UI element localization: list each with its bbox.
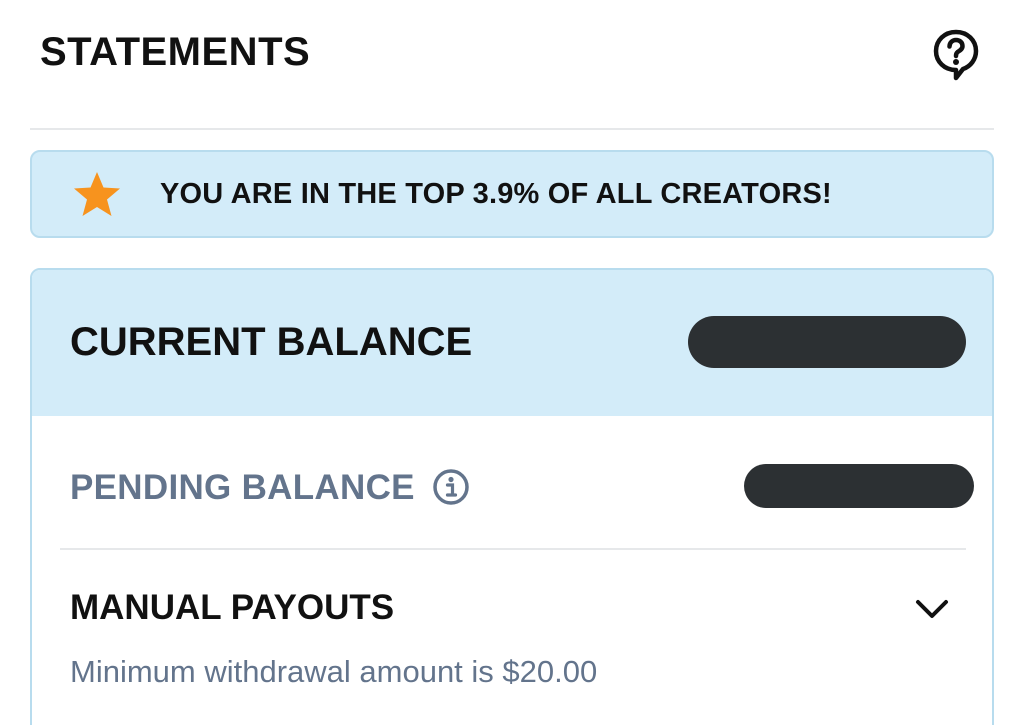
page-title: STATEMENTS [40,30,311,74]
pending-balance-label: PENDING BALANCE [70,468,415,507]
current-balance-row: CURRENT BALANCE [32,270,992,416]
chevron-down-icon[interactable] [912,594,952,624]
top-creator-banner: YOU ARE IN THE TOP 3.9% OF ALL CREATORS! [30,150,994,238]
info-icon[interactable] [432,468,470,506]
pending-balance-value-redacted [744,464,974,508]
minimum-withdrawal-text: Minimum withdrawal amount is $20.00 [70,654,598,689]
balance-card: CURRENT BALANCE PENDING BALANCE MANUAL P… [30,268,994,725]
manual-payouts-section[interactable]: MANUAL PAYOUTS Minimum withdrawal amount… [60,550,966,690]
manual-payouts-title: MANUAL PAYOUTS [70,588,395,627]
pending-balance-row: PENDING BALANCE [60,416,974,550]
statements-page: STATEMENTS YOU ARE IN THE TOP 3.9% OF AL… [0,0,1024,725]
current-balance-label: CURRENT BALANCE [70,320,473,364]
help-bubble-icon [933,29,979,81]
help-button[interactable] [932,28,980,84]
banner-text: YOU ARE IN THE TOP 3.9% OF ALL CREATORS! [160,178,832,210]
star-icon [74,172,120,216]
current-balance-value-redacted [688,316,966,368]
header: STATEMENTS [30,0,994,130]
